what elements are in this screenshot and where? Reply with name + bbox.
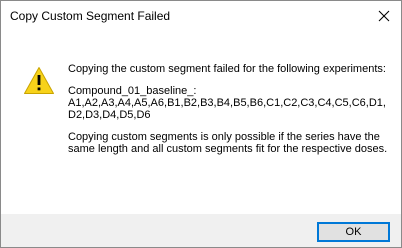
close-icon	[378, 10, 390, 22]
dialog-window: Copy Custom Segment Failed Copying the c…	[0, 0, 402, 248]
compound-name: Compound_01_baseline_:	[68, 85, 197, 97]
close-button[interactable]	[367, 1, 401, 31]
message-experiment-list: Compound_01_baseline_: A1,A2,A3,A4,A5,A6,…	[68, 85, 393, 121]
warning-icon	[24, 67, 54, 94]
button-bar: OK	[1, 214, 401, 247]
message-body: Copying the custom segment failed for th…	[68, 63, 393, 165]
window-title: Copy Custom Segment Failed	[10, 9, 171, 23]
ok-button[interactable]: OK	[317, 222, 390, 242]
experiment-ids: A1,A2,A3,A4,A5,A6,B1,B2,B3,B4,B5,B6,C1,C…	[68, 97, 386, 121]
message-note: Copying custom segments is only possible…	[68, 131, 388, 155]
message-intro: Copying the custom segment failed for th…	[68, 63, 386, 75]
title-bar[interactable]: Copy Custom Segment Failed	[1, 1, 401, 31]
